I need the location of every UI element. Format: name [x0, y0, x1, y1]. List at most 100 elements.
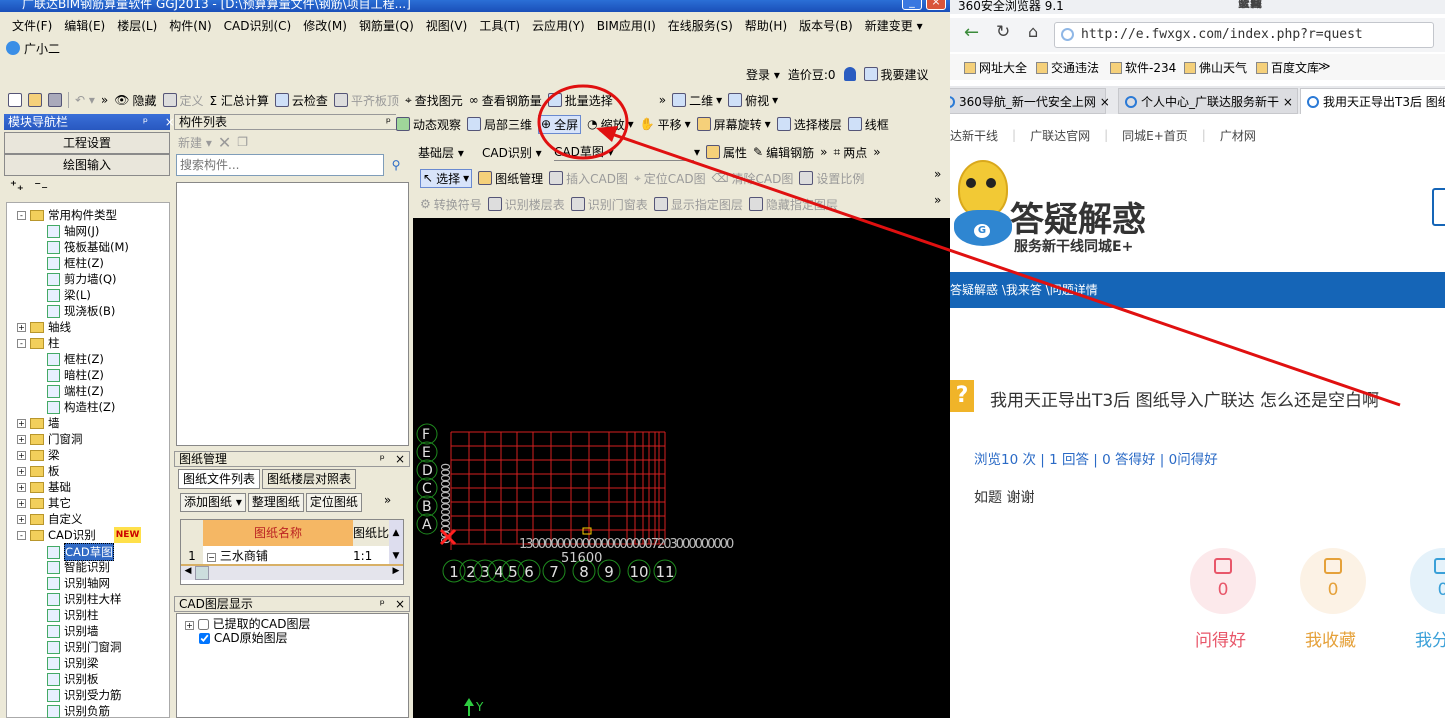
- tab-question[interactable]: 我用天正导出T3后 图纸: [1300, 88, 1445, 114]
- tree-expander-icon[interactable]: +: [17, 482, 26, 492]
- tree-item[interactable]: 识别轴网: [47, 575, 110, 591]
- scroll-down-icon[interactable]: ▼: [389, 546, 403, 564]
- menu-item[interactable]: 构件(N): [163, 17, 217, 34]
- menu-item[interactable]: BIM应用(I): [591, 17, 662, 34]
- hide-layer-button[interactable]: 隐藏指定图层: [748, 196, 838, 213]
- action-label[interactable]: 问得好: [1195, 626, 1246, 651]
- save-icon[interactable]: [48, 93, 62, 107]
- tab-drawing-floor-map[interactable]: 图纸楼层对照表: [262, 469, 357, 489]
- tab-drawing-files[interactable]: 图纸文件列表: [178, 469, 261, 489]
- expand-all-icon[interactable]: ⁺₊: [10, 179, 24, 194]
- bookmark-item[interactable]: 网址大全: [964, 59, 1027, 76]
- tree-item[interactable]: + 其它: [17, 495, 71, 511]
- tree-expander-icon[interactable]: -: [17, 530, 26, 540]
- tree-item[interactable]: 识别梁: [47, 655, 99, 671]
- site-nav-link[interactable]: 同城E+首页: [1122, 127, 1188, 144]
- fullscreen-button[interactable]: ⊕ 全屏: [538, 114, 582, 134]
- hide-button[interactable]: 👁 隐藏: [114, 92, 156, 109]
- refresh-icon[interactable]: ↻: [996, 22, 1010, 42]
- tree-item[interactable]: - CAD识别 NEW: [17, 527, 142, 543]
- tree-item[interactable]: 框柱(Z): [47, 255, 104, 271]
- set-scale-button[interactable]: 设置比例: [799, 170, 864, 187]
- tree-expander-icon[interactable]: +: [17, 418, 26, 428]
- toolbar-overflow[interactable]: »: [934, 193, 941, 207]
- menu-item[interactable]: 版本号(B): [793, 17, 859, 34]
- pin-icon[interactable]: ᵖ: [380, 452, 385, 466]
- drawing-mgmt-button[interactable]: 图纸管理: [478, 170, 543, 187]
- open-file-icon[interactable]: [28, 93, 42, 107]
- component-search-input[interactable]: [176, 154, 384, 176]
- cad-drawing[interactable]: FEDCBA 1 2 3 4 5 6 7 8 9 10 11 51600 1300000000000…: [413, 218, 950, 718]
- new-file-icon[interactable]: [8, 93, 22, 107]
- tree-item[interactable]: 构造柱(Z): [47, 399, 115, 415]
- tree-expander-icon[interactable]: +: [17, 450, 26, 460]
- toolbar-overflow[interactable]: »: [384, 493, 391, 512]
- add-drawing-button[interactable]: 添加图纸 ▾: [180, 493, 246, 512]
- tree-expander-icon[interactable]: +: [17, 498, 26, 508]
- edit-rebar-button[interactable]: ✎ 编辑钢筋: [753, 144, 814, 161]
- locate-cad-button[interactable]: ⌖ 定位CAD图: [634, 170, 706, 187]
- bookmark-item[interactable]: 软件-234: [1110, 59, 1176, 76]
- tab-personal-center[interactable]: 个人中心_广联达服务新干 ×: [1118, 88, 1298, 114]
- cloud-check-button[interactable]: 云检查: [274, 92, 328, 109]
- toolbar-overflow[interactable]: »: [873, 145, 880, 159]
- tree-expander-icon[interactable]: +: [17, 322, 26, 332]
- action-button[interactable]: 0: [1190, 548, 1256, 614]
- breadcrumb-text[interactable]: 答疑解惑 \我来答 \问题详情: [950, 283, 1098, 297]
- copy-icon[interactable]: ❐: [237, 135, 248, 149]
- site-nav-link[interactable]: 达新干线: [950, 127, 998, 144]
- tree-item[interactable]: 框柱(Z): [47, 351, 104, 367]
- tree-item[interactable]: 梁(L): [47, 287, 91, 303]
- rec-door-window-button[interactable]: 识别门窗表: [570, 196, 648, 213]
- menu-item[interactable]: 楼层(L): [111, 17, 163, 34]
- tab-360-nav[interactable]: 360导航_新一代安全上网 ×: [950, 88, 1110, 114]
- menu-item[interactable]: 视图(V): [420, 17, 474, 34]
- zoom-dropdown[interactable]: ◔ 缩放 ▾: [587, 116, 634, 133]
- tree-item[interactable]: + 墙: [17, 415, 60, 431]
- view-2d-dropdown[interactable]: 二维 ▾: [672, 92, 722, 109]
- toolbar-overflow[interactable]: ▾: [694, 145, 700, 159]
- menu-item[interactable]: 云应用(Y): [526, 17, 591, 34]
- find-element-button[interactable]: ⌖ 查找图元: [405, 92, 463, 109]
- bookmark-item[interactable]: 百度文库: [1256, 59, 1319, 76]
- pin-icon[interactable]: ᵖ: [380, 597, 385, 611]
- layer-original-checkbox[interactable]: [199, 633, 210, 644]
- tree-item[interactable]: 现浇板(B): [47, 303, 115, 319]
- scroll-left-icon[interactable]: ◀: [181, 566, 195, 580]
- clear-cad-button[interactable]: ⌫ 清除CAD图: [712, 170, 794, 187]
- search-box-edge[interactable]: [1432, 188, 1445, 226]
- toolbar-overflow[interactable]: »: [820, 145, 827, 159]
- tree-item[interactable]: 识别门窗洞: [47, 639, 122, 655]
- site-nav-link[interactable]: 广联达官网: [1030, 127, 1090, 144]
- layer-extracted-checkbox[interactable]: [197, 619, 209, 630]
- bookmark-item[interactable]: 交通违法: [1036, 59, 1099, 76]
- action-button[interactable]: 0: [1300, 548, 1366, 614]
- collapse-icon[interactable]: −: [207, 553, 216, 562]
- browser-menu-item[interactable]: 帮助: [1238, 0, 1262, 11]
- site-nav-link[interactable]: 广材网: [1220, 127, 1256, 144]
- tree-item[interactable]: 识别柱大样: [47, 591, 122, 607]
- bookmarks-overflow-icon[interactable]: ≫: [1318, 59, 1331, 73]
- delete-icon[interactable]: ✕: [218, 133, 231, 152]
- toolbar-overflow[interactable]: »: [659, 93, 666, 107]
- collapse-all-icon[interactable]: ⁻₋: [34, 179, 48, 194]
- tree-item[interactable]: - 常用构件类型: [17, 207, 117, 223]
- wireframe-button[interactable]: 线框: [847, 116, 889, 133]
- toolbar-overflow[interactable]: »: [934, 167, 941, 181]
- view-top-dropdown[interactable]: 俯视 ▾: [728, 92, 778, 109]
- menu-item[interactable]: 编辑(E): [58, 17, 111, 34]
- user-name[interactable]: 广小二: [24, 40, 60, 57]
- two-point-button[interactable]: ⌗ 两点: [833, 144, 867, 161]
- locate-drawing-button[interactable]: 定位图纸: [305, 493, 362, 512]
- minimize-button[interactable]: _: [902, 0, 922, 10]
- menu-item[interactable]: 新建变更 ▾: [859, 17, 929, 34]
- show-layer-button[interactable]: 显示指定图层: [653, 196, 743, 213]
- pin-icon[interactable]: ᵖ: [143, 114, 148, 130]
- scroll-up-icon[interactable]: ▲: [389, 520, 403, 546]
- close-panel-icon[interactable]: ×: [395, 452, 405, 466]
- menu-item[interactable]: 工具(T): [473, 17, 526, 34]
- col-drawing-scale[interactable]: 图纸比: [353, 520, 389, 546]
- menu-item[interactable]: 在线服务(S): [662, 17, 739, 34]
- define-button[interactable]: 定义: [162, 92, 204, 109]
- tree-item[interactable]: 智能识别: [47, 559, 110, 575]
